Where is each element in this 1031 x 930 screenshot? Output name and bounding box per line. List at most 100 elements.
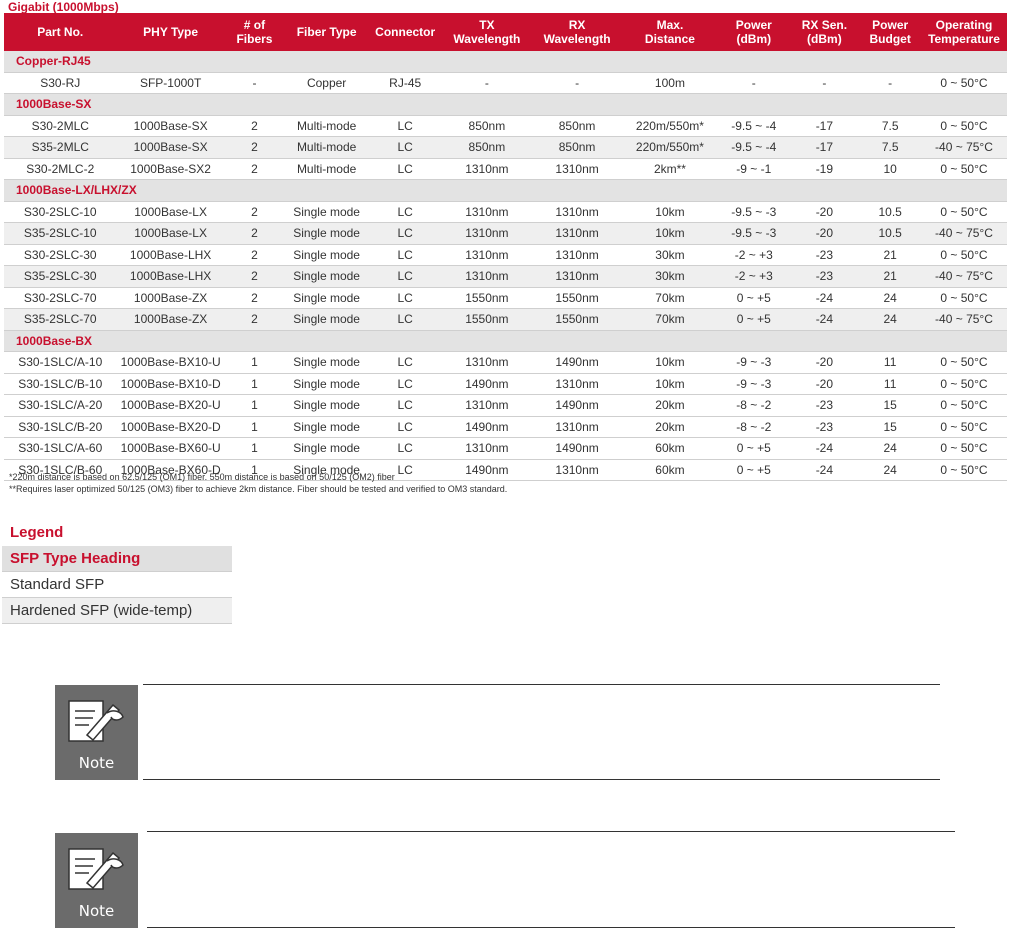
table-cell: 70km: [621, 287, 719, 309]
note-top-rule: [143, 684, 940, 685]
table-cell: S35-2SLC-30: [4, 265, 117, 288]
table-cell: 2: [224, 136, 285, 159]
table-cell: -40 ~ 75°C: [920, 136, 1007, 159]
table-cell: 2: [224, 244, 285, 266]
table-cell: 1310nm: [441, 158, 533, 180]
table-cell: 0 ~ +5: [718, 437, 790, 460]
table-cell: 1: [224, 394, 285, 417]
table-cell: Single mode: [284, 437, 370, 460]
table-cell: LC: [369, 265, 442, 288]
table-cell: 1000Base-ZX: [116, 287, 225, 309]
table-cell: 1310nm: [532, 373, 622, 395]
table-cell: 2: [224, 201, 285, 223]
table-cell: LC: [369, 437, 442, 460]
section-header-row: 1000Base-LX/LHX/ZX: [4, 179, 1007, 202]
table-cell: LC: [369, 115, 442, 137]
column-header: Part No.: [4, 13, 117, 51]
table-cell: 2: [224, 115, 285, 137]
table-cell: -23: [789, 394, 860, 417]
table-cell: Single mode: [284, 351, 370, 374]
table-cell: -: [789, 72, 860, 94]
table-cell: 1000Base-LHX: [116, 244, 225, 266]
table-cell: 1550nm: [441, 287, 533, 309]
table-cell: 20km: [621, 394, 719, 417]
table-cell: 0 ~ 50°C: [920, 115, 1007, 137]
table-cell: 1000Base-BX10-D: [116, 373, 225, 395]
table-cell: -20: [789, 373, 860, 395]
table-cell: 10km: [621, 222, 719, 245]
table-row: S30-1SLC/A-20 1000Base-BX20-U 1 Single mode…: [4, 394, 1007, 417]
table-cell: 2km**: [621, 158, 719, 180]
table-cell: 220m/550m*: [621, 115, 719, 137]
table-cell: 1310nm: [532, 201, 622, 223]
table-cell: 24: [859, 287, 921, 309]
table-cell: 10km: [621, 373, 719, 395]
table-cell: 1000Base-BX10-U: [116, 351, 225, 374]
table-cell: Single mode: [284, 287, 370, 309]
table-cell: 10km: [621, 201, 719, 223]
table-cell: -9.5 ~ -3: [718, 222, 790, 245]
table-cell: 1490nm: [532, 351, 622, 374]
table-cell: 1490nm: [441, 416, 533, 438]
note-bottom-rule: [147, 927, 955, 928]
table-cell: -24: [789, 459, 860, 481]
table-cell: 1000Base-SX2: [116, 158, 225, 180]
table-cell: 10km: [621, 351, 719, 374]
table-cell: S30-1SLC/A-10: [4, 351, 117, 374]
table-cell: 2: [224, 308, 285, 331]
table-cell: -8 ~ -2: [718, 416, 790, 438]
table-cell: S30-1SLC/A-20: [4, 394, 117, 417]
table-cell: -: [532, 72, 622, 94]
table-cell: 21: [859, 265, 921, 288]
table-row: S30-1SLC/B-10 1000Base-BX10-D 1 Single mode…: [4, 373, 1007, 395]
table-cell: 1: [224, 437, 285, 460]
note-icon: Note: [55, 685, 138, 780]
column-header: PHY Type: [116, 13, 225, 51]
footnote-2: **Requires laser optimized 50/125 (OM3) …: [9, 484, 508, 494]
table-cell: 0 ~ 50°C: [920, 373, 1007, 395]
table-cell: 1490nm: [441, 373, 533, 395]
legend-standard-swatch: Standard SFP: [2, 572, 232, 598]
footnote-1: *220m distance is based on 62.5/125 (OM1…: [9, 472, 395, 482]
note-label: Note: [78, 902, 115, 920]
table-cell: 1310nm: [532, 222, 622, 245]
table-cell: 0 ~ 50°C: [920, 351, 1007, 374]
table-cell: Single mode: [284, 373, 370, 395]
table-cell: -9 ~ -3: [718, 351, 790, 374]
column-header: Power (dBm): [718, 13, 790, 51]
table-cell: 0 ~ 50°C: [920, 201, 1007, 223]
note-label: Note: [78, 754, 115, 772]
table-cell: 1310nm: [532, 158, 622, 180]
table-cell: 0 ~ 50°C: [920, 437, 1007, 460]
table-cell: 1550nm: [532, 308, 622, 331]
table-cell: 10.5: [859, 222, 921, 245]
table-cell: Copper: [284, 72, 370, 94]
table-cell: 1000Base-SX: [116, 136, 225, 159]
table-cell: 30km: [621, 265, 719, 288]
section-title: 1000Base-LX/LHX/ZX: [4, 179, 1007, 202]
table-cell: S35-2SLC-70: [4, 308, 117, 331]
table-cell: 0 ~ 50°C: [920, 459, 1007, 481]
table-cell: LC: [369, 308, 442, 331]
legend-title: Legend: [10, 524, 64, 541]
column-header: Power Budget: [859, 13, 921, 51]
table-cell: 1: [224, 416, 285, 438]
table-cell: 11: [859, 351, 921, 374]
table-cell: 850nm: [532, 115, 622, 137]
table-cell: 850nm: [441, 115, 533, 137]
table-cell: 1310nm: [532, 416, 622, 438]
table-cell: -17: [789, 115, 860, 137]
table-cell: LC: [369, 416, 442, 438]
table-row: S35-2SLC-30 1000Base-LHX 2 Single mode LC 131…: [4, 265, 1007, 288]
table-cell: 1490nm: [532, 437, 622, 460]
table-cell: 850nm: [441, 136, 533, 159]
section-header-row: Copper-RJ45: [4, 51, 1007, 73]
table-cell: LC: [369, 373, 442, 395]
column-header: Max. Distance: [621, 13, 719, 51]
table-cell: S35-2SLC-10: [4, 222, 117, 245]
table-cell: -9.5 ~ -3: [718, 201, 790, 223]
table-cell: 10.5: [859, 201, 921, 223]
table-cell: -23: [789, 244, 860, 266]
table-cell: -20: [789, 201, 860, 223]
table-cell: 1310nm: [441, 222, 533, 245]
